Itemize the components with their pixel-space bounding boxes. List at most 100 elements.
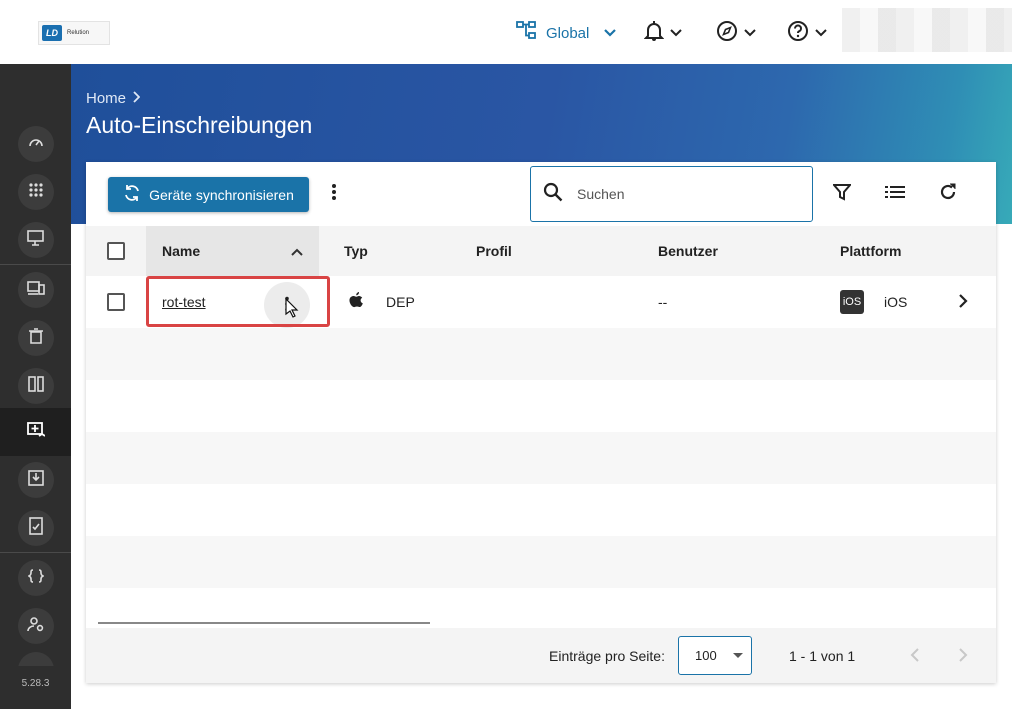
breadcrumb-home[interactable]: Home bbox=[86, 90, 126, 107]
columns-button[interactable] bbox=[883, 182, 907, 206]
filter-button[interactable] bbox=[830, 182, 854, 206]
sort-ascending-icon bbox=[291, 243, 303, 259]
logo-text: Relution bbox=[67, 30, 90, 36]
chevron-left-icon bbox=[910, 648, 919, 662]
sidebar-divider bbox=[0, 552, 71, 553]
filter-icon bbox=[831, 183, 853, 206]
relution-logo[interactable]: LD Relution bbox=[38, 21, 110, 45]
enrollment-icon bbox=[26, 421, 45, 443]
sidebar-item-compliance[interactable] bbox=[0, 504, 71, 552]
global-label: Global bbox=[546, 24, 590, 42]
devices-icon bbox=[26, 280, 45, 301]
sidebar-item-scripts[interactable] bbox=[0, 554, 71, 602]
bell-icon bbox=[643, 20, 665, 47]
user-settings-icon bbox=[26, 616, 45, 637]
table-header: Name Typ Profil Benutzer Plattform bbox=[86, 226, 996, 276]
row-open-button[interactable] bbox=[958, 276, 968, 328]
sync-devices-button[interactable]: Geräte synchronisieren bbox=[108, 177, 309, 212]
chevron-down-icon bbox=[603, 25, 617, 42]
empty-row bbox=[86, 380, 996, 432]
hierarchy-icon bbox=[516, 21, 538, 45]
sidebar-item-more[interactable] bbox=[0, 652, 71, 666]
breadcrumb: Home bbox=[86, 90, 141, 107]
row-type-value: DEP bbox=[386, 294, 415, 310]
chevron-down-icon bbox=[744, 24, 756, 42]
chevron-down-icon bbox=[815, 24, 827, 42]
sync-devices-label: Geräte synchronisieren bbox=[149, 186, 294, 203]
search-input[interactable] bbox=[577, 186, 777, 202]
sync-icon bbox=[123, 184, 141, 205]
caret-down-icon bbox=[732, 653, 743, 658]
apps-grid-icon bbox=[28, 182, 44, 203]
per-page-select[interactable]: 100 bbox=[678, 636, 752, 675]
row-platform-cell: iOS iOS bbox=[840, 276, 907, 328]
column-header-platform[interactable]: Plattform bbox=[840, 226, 901, 276]
sidebar-item-user-settings[interactable] bbox=[0, 602, 71, 650]
search-field[interactable] bbox=[530, 166, 813, 222]
global-scope-selector[interactable]: Global bbox=[516, 20, 617, 46]
row-name-link[interactable]: rot-test bbox=[162, 294, 206, 310]
per-page-label: Einträge pro Seite: bbox=[549, 648, 665, 664]
sidebar-item-trash[interactable] bbox=[0, 314, 71, 362]
chevron-right-icon bbox=[132, 90, 141, 107]
list-icon bbox=[885, 185, 905, 204]
refresh-icon bbox=[939, 183, 957, 206]
row-platform-value: iOS bbox=[884, 294, 908, 310]
row-checkbox[interactable] bbox=[107, 293, 125, 311]
empty-row bbox=[86, 484, 996, 536]
sidebar-divider bbox=[0, 264, 71, 265]
enrollments-card: Geräte synchronisieren Name bbox=[86, 162, 996, 683]
apple-icon bbox=[348, 291, 364, 313]
table-row[interactable]: rot-test DEP -- iOS iOS bbox=[86, 276, 996, 328]
ios-platform-icon: iOS bbox=[840, 290, 864, 314]
device-pair-icon bbox=[27, 375, 44, 397]
compass-icon bbox=[716, 20, 738, 47]
horizontal-scrollbar[interactable] bbox=[98, 622, 430, 624]
page-title: Auto-Einschreibungen bbox=[86, 112, 313, 138]
empty-row bbox=[86, 536, 996, 588]
dashboard-icon bbox=[27, 133, 45, 156]
row-type-cell: DEP bbox=[348, 276, 415, 328]
chevron-down-icon bbox=[670, 24, 682, 42]
explore-button[interactable] bbox=[716, 20, 756, 46]
search-icon bbox=[543, 182, 563, 207]
more-actions-button[interactable] bbox=[324, 180, 344, 208]
empty-row bbox=[86, 432, 996, 484]
help-icon bbox=[787, 20, 809, 47]
column-header-name[interactable]: Name bbox=[146, 226, 319, 276]
select-all-checkbox[interactable] bbox=[107, 242, 125, 260]
trash-icon bbox=[28, 327, 43, 349]
sidebar-item-dashboard[interactable] bbox=[0, 120, 71, 168]
sidebar-item-downloads[interactable] bbox=[0, 456, 71, 504]
sidebar-item-devices[interactable] bbox=[0, 266, 71, 314]
device-settings-icon bbox=[26, 229, 45, 252]
compliance-icon bbox=[28, 516, 43, 540]
page-range: 1 - 1 von 1 bbox=[789, 648, 856, 664]
pagination-bar: Einträge pro Seite: 100 1 - 1 von 1 bbox=[86, 628, 996, 683]
previous-page-button[interactable] bbox=[910, 648, 920, 665]
help-button[interactable] bbox=[787, 20, 827, 46]
more-vert-icon bbox=[331, 183, 337, 206]
select-all-checkbox-cell bbox=[107, 226, 125, 276]
next-page-button[interactable] bbox=[958, 648, 968, 665]
sidebar-item-enrollment[interactable] bbox=[0, 408, 71, 456]
download-icon bbox=[27, 469, 44, 491]
row-user-cell: -- bbox=[658, 294, 668, 310]
column-header-user[interactable]: Benutzer bbox=[658, 226, 718, 276]
column-header-type[interactable]: Typ bbox=[344, 226, 368, 276]
code-braces-icon bbox=[26, 568, 45, 588]
per-page-value: 100 bbox=[695, 648, 717, 663]
column-header-profile[interactable]: Profil bbox=[476, 226, 512, 276]
top-bar: LD Relution Global bbox=[0, 0, 1012, 64]
chevron-right-icon bbox=[958, 293, 968, 311]
sidebar-item-device-pair[interactable] bbox=[0, 362, 71, 410]
chevron-right-icon bbox=[959, 648, 968, 662]
sidebar-item-device-settings[interactable] bbox=[0, 216, 71, 264]
user-menu-blurred[interactable] bbox=[842, 8, 1012, 52]
row-name-cell: rot-test bbox=[162, 276, 206, 328]
logo-mark: LD bbox=[42, 25, 62, 41]
refresh-button[interactable] bbox=[936, 182, 960, 206]
sidebar-item-apps[interactable] bbox=[0, 168, 71, 216]
empty-row bbox=[86, 328, 996, 380]
notifications-button[interactable] bbox=[643, 20, 682, 47]
